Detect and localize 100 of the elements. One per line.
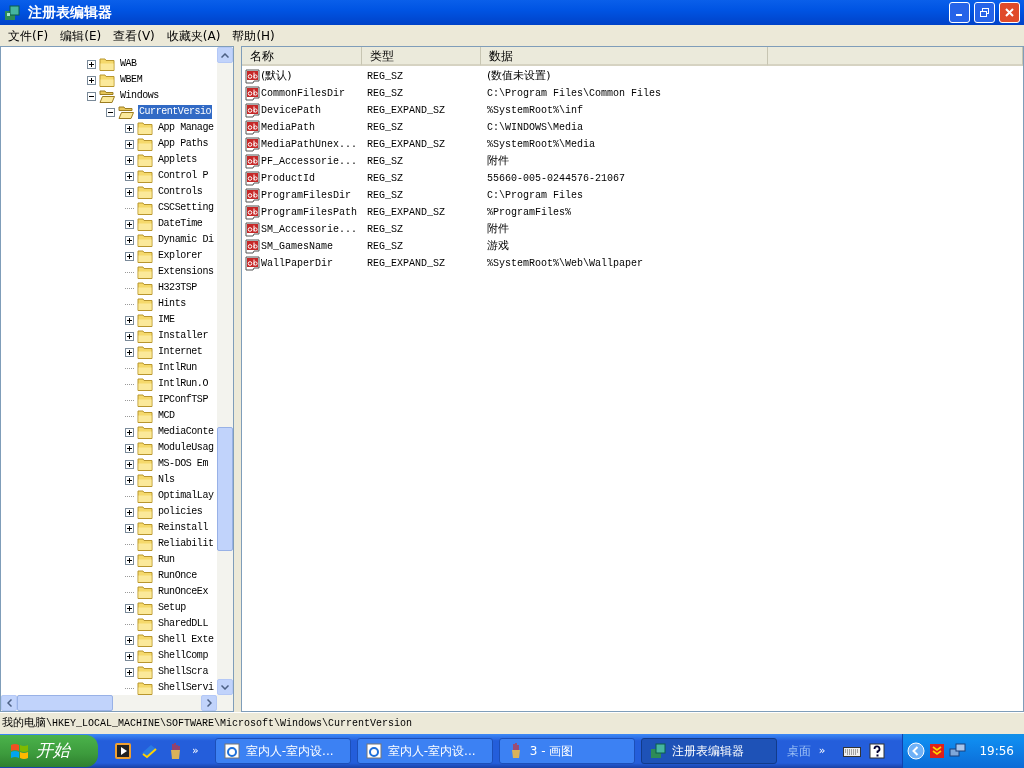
value-name[interactable]: ProgramFilesPath	[261, 205, 357, 220]
expand-icon[interactable]	[125, 459, 134, 469]
scroll-up-button[interactable]	[217, 47, 233, 63]
tree-item[interactable]: IME	[157, 313, 176, 327]
expand-icon[interactable]	[125, 235, 134, 245]
tree-item[interactable]: H323TSP	[157, 281, 198, 295]
value-name[interactable]: WallPaperDir	[261, 256, 333, 271]
tree-item[interactable]: Installer	[157, 329, 209, 343]
media-player-icon[interactable]	[114, 742, 132, 760]
more-chevron[interactable]: »	[818, 742, 826, 760]
tree-item[interactable]: Dynamic Di	[157, 233, 215, 247]
menu-item[interactable]: 编辑(E)	[54, 24, 108, 47]
expand-icon[interactable]	[125, 171, 134, 181]
expand-icon[interactable]	[125, 139, 134, 149]
expand-icon[interactable]	[87, 59, 96, 69]
taskbar-button[interactable]: 注册表编辑器	[640, 738, 777, 764]
value-name[interactable]: ProductId	[261, 171, 315, 186]
tree-item[interactable]: RunOnce	[157, 569, 198, 583]
taskbar-button[interactable]: 室内人-室内设...	[356, 738, 493, 764]
scrollbar-thumb[interactable]	[217, 427, 233, 551]
expand-icon[interactable]	[125, 187, 134, 197]
expand-icon[interactable]	[125, 219, 134, 229]
scrollbar-thumb[interactable]	[17, 695, 113, 711]
tree-item[interactable]: Run	[157, 553, 176, 567]
tree-item[interactable]: OptimalLay	[157, 489, 215, 503]
tree-item[interactable]: Applets	[157, 153, 198, 167]
tree-item[interactable]: Setup	[157, 601, 187, 615]
column-header[interactable]: 数据	[481, 47, 768, 66]
tree-item[interactable]: IntlRun	[157, 361, 198, 375]
taskbar-button[interactable]: 3 - 画图	[498, 738, 635, 764]
value-name[interactable]: (默认)	[261, 68, 292, 85]
tree-item[interactable]: WBEM	[119, 73, 144, 87]
tree-item[interactable]: Internet	[157, 345, 204, 359]
tree-item[interactable]: IPConfTSP	[157, 393, 209, 407]
expand-icon[interactable]	[125, 667, 134, 677]
shield-tray-icon[interactable]	[929, 743, 946, 759]
tree-item[interactable]: CurrentVersio	[138, 105, 213, 119]
tree-item[interactable]: MCD	[157, 409, 176, 423]
expand-icon[interactable]	[87, 75, 96, 85]
tree-item[interactable]: Reliabilit	[157, 537, 215, 551]
expand-icon[interactable]	[125, 123, 134, 133]
expand-icon[interactable]	[125, 635, 134, 645]
expand-icon[interactable]	[125, 347, 134, 357]
tree-item[interactable]: ModuleUsag	[157, 441, 215, 455]
tree-item[interactable]: Hints	[157, 297, 187, 311]
network-icon[interactable]	[949, 743, 968, 759]
tree-item[interactable]: CSCSetting	[157, 201, 215, 215]
tree-item[interactable]: WAB	[119, 57, 138, 71]
expand-icon[interactable]	[125, 155, 134, 165]
value-name[interactable]: PF_Accessorie...	[261, 154, 357, 169]
horizontal-scrollbar[interactable]	[1, 695, 233, 711]
tree-item[interactable]: DateTime	[157, 217, 204, 231]
show-hidden-icons-button[interactable]	[907, 742, 926, 760]
tree-item[interactable]: ShellScra	[157, 665, 209, 679]
expand-icon[interactable]	[125, 443, 134, 453]
collapse-icon[interactable]	[87, 91, 96, 101]
tree-item[interactable]: MS-DOS Em	[157, 457, 209, 471]
tree-item[interactable]: Control P	[157, 169, 209, 183]
menu-item[interactable]: 帮助(H)	[226, 24, 281, 47]
tree-item[interactable]: Extensions	[157, 265, 215, 279]
expand-icon[interactable]	[125, 475, 134, 485]
tree-item[interactable]: Windows	[119, 89, 160, 103]
tree-item[interactable]: policies	[157, 505, 204, 519]
expand-icon[interactable]	[125, 603, 134, 613]
expand-icon[interactable]	[125, 331, 134, 341]
minimize-button[interactable]	[949, 2, 970, 23]
help-icon[interactable]	[869, 743, 886, 759]
taskbar-button[interactable]: 室内人-室内设...	[214, 738, 351, 764]
tree-item[interactable]: SharedDLL	[157, 617, 209, 631]
value-name[interactable]: SM_Accessorie...	[261, 222, 357, 237]
expand-icon[interactable]	[125, 315, 134, 325]
expand-icon[interactable]	[125, 507, 134, 517]
clock[interactable]: 19:56	[979, 742, 1014, 760]
close-button[interactable]	[999, 2, 1020, 23]
expand-icon[interactable]	[125, 651, 134, 661]
value-name[interactable]: CommonFilesDir	[261, 86, 345, 101]
tree-item[interactable]: Reinstall	[157, 521, 209, 535]
menu-item[interactable]: 查看(V)	[107, 24, 161, 47]
scroll-down-button[interactable]	[217, 679, 233, 695]
expand-icon[interactable]	[125, 251, 134, 261]
scroll-left-button[interactable]	[1, 695, 17, 711]
scroll-right-button[interactable]	[201, 695, 217, 711]
launcher-icon[interactable]	[140, 742, 158, 760]
tree-item[interactable]: RunOnceEx	[157, 585, 209, 599]
keyboard-icon[interactable]	[843, 745, 862, 757]
tree-item[interactable]: App Paths	[157, 137, 209, 151]
collapse-icon[interactable]	[106, 107, 115, 117]
value-name[interactable]: ProgramFilesDir	[261, 188, 351, 203]
tree-item[interactable]: Shell Exte	[157, 633, 215, 647]
menu-item[interactable]: 文件(F)	[2, 24, 55, 47]
tree-item[interactable]: Controls	[157, 185, 204, 199]
restore-button[interactable]	[974, 2, 995, 23]
value-name[interactable]: MediaPathUnex...	[261, 137, 357, 152]
vertical-scrollbar[interactable]	[217, 47, 233, 695]
tree-item[interactable]: App Manage	[157, 121, 215, 135]
tree-item[interactable]: ShellComp	[157, 649, 209, 663]
value-name[interactable]: MediaPath	[261, 120, 315, 135]
more-chevron[interactable]: »	[192, 742, 199, 760]
tree-item[interactable]: Explorer	[157, 249, 204, 263]
column-header[interactable]: 名称	[242, 47, 362, 66]
